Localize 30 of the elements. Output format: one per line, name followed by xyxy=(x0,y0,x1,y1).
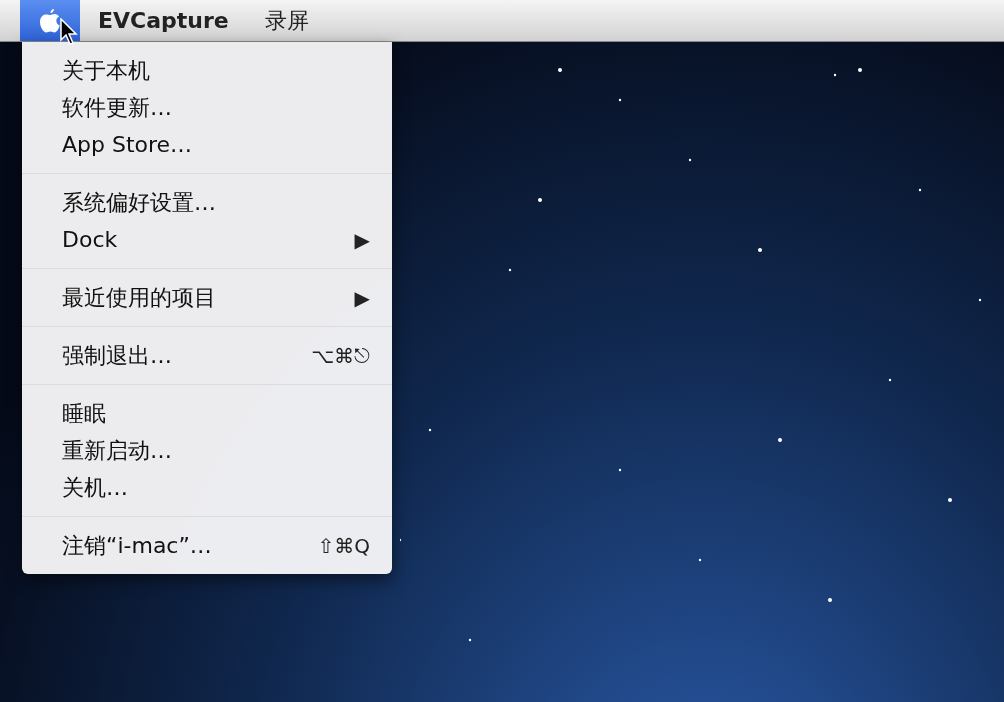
menu-item-label: App Store… xyxy=(62,132,193,157)
menu-item-label: 关机… xyxy=(62,473,128,502)
menu-item-label: Dock xyxy=(62,227,118,252)
menu-item[interactable]: App Store… xyxy=(22,126,392,163)
menu-item[interactable]: 最近使用的项目 ▶ xyxy=(22,279,392,316)
submenu-arrow: ▶ xyxy=(354,227,370,252)
menu-item[interactable]: 重新启动… xyxy=(22,432,392,469)
menu-item-label: 睡眠 xyxy=(62,399,106,428)
menu-item[interactable]: 注销“i-mac”… ⇧⌘Q xyxy=(22,527,392,564)
menu-item-label: 强制退出… xyxy=(62,341,172,370)
menu-item[interactable]: 系统偏好设置… xyxy=(22,184,392,221)
menu-item[interactable]: 睡眠 xyxy=(22,395,392,432)
menu-item-label: 重新启动… xyxy=(62,436,172,465)
menu-bar-item[interactable]: 录屏 xyxy=(246,0,327,41)
apple-logo-icon xyxy=(38,6,62,35)
menu-item-label: 系统偏好设置… xyxy=(62,188,216,217)
menu-item[interactable]: 强制退出… ⌥⌘⎋ xyxy=(22,337,392,374)
shortcut-label: ⇧⌘Q xyxy=(317,533,370,558)
apple-menu-button[interactable] xyxy=(20,0,80,41)
menu-item[interactable]: 软件更新… xyxy=(22,89,392,126)
menu-item[interactable]: Dock ▶ xyxy=(22,221,392,258)
menu-item-label: 软件更新… xyxy=(62,93,172,122)
menu-item[interactable]: 关于本机 xyxy=(22,52,392,89)
submenu-arrow: ▶ xyxy=(354,285,370,310)
shortcut-label: ⌥⌘⎋ xyxy=(310,343,370,368)
menu-bar-item[interactable]: EVCapture xyxy=(80,0,247,41)
menu-item[interactable]: 关机… xyxy=(22,469,392,506)
menu-item-label: 注销“i-mac”… xyxy=(62,531,212,560)
menu-item-label: 关于本机 xyxy=(62,56,150,85)
menu-item-label: 最近使用的项目 xyxy=(62,283,216,312)
